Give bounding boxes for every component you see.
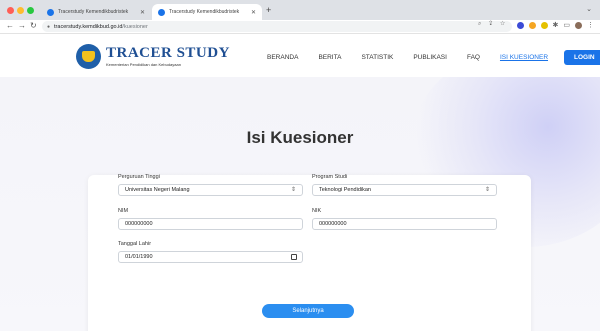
browser-tab-bar: Tracerstudy Kemendikbudristek ✕ Tracerst… (0, 0, 600, 20)
back-arrow-icon[interactable]: ← (6, 21, 14, 30)
program-studi-field: Program Studi Teknologi Pendidikan ⇕ (312, 174, 497, 196)
nim-input[interactable]: 000000000 (118, 218, 303, 230)
new-tab-icon[interactable]: + (266, 5, 271, 15)
program-studi-label: Program Studi (312, 174, 348, 180)
tanggal-lahir-field: Tanggal Lahir 01/01/1990 (118, 241, 303, 263)
nav-berita[interactable]: BERITA (318, 54, 341, 61)
nav-faq[interactable]: FAQ (467, 54, 480, 61)
url-path: /kuesioner (122, 23, 148, 30)
main-navigation: BERANDA BERITA STATISTIK PUBLIKASI FAQ I… (267, 50, 600, 65)
tanggal-lahir-input[interactable]: 01/01/1990 (118, 251, 303, 263)
more-menu-icon[interactable]: ⋮ (587, 21, 594, 29)
tanggal-lahir-label: Tanggal Lahir (118, 241, 152, 247)
selanjutnya-button[interactable]: Selanjutnya (262, 304, 354, 318)
program-studi-select[interactable]: Teknologi Pendidikan ⇕ (312, 184, 497, 196)
tab-title: Tracerstudy Kemendikbudristek (169, 9, 240, 15)
perguruan-tinggi-label: Perguruan Tinggi (118, 174, 160, 180)
hero-section: Isi Kuesioner (0, 77, 600, 331)
tab-list-chevron-icon[interactable]: ⌄ (586, 5, 592, 13)
extension-icon[interactable] (528, 21, 536, 29)
nik-label: NIK (312, 208, 322, 214)
puzzle-icon[interactable]: ✱ (553, 21, 559, 29)
select-arrows-icon: ⇕ (484, 187, 490, 193)
lock-icon[interactable]: ● (47, 24, 50, 30)
tanggal-lahir-value: 01/01/1990 (125, 254, 153, 260)
extension-icon[interactable] (540, 21, 548, 29)
site-logo[interactable]: TRACER STUDY Kementerian Pendidikan dan … (76, 44, 230, 69)
zoom-share-bookmark-icons[interactable]: ⌕ ⇪ ☆ (478, 21, 508, 28)
browser-tab[interactable]: Tracerstudy Kemendikbudristek ✕ (41, 4, 151, 20)
perguruan-tinggi-field: Perguruan Tinggi Universitas Negeri Mala… (118, 174, 303, 196)
extensions-area: ✱ ▭ ⋮ (516, 21, 594, 29)
nik-value: 000000000 (319, 221, 347, 227)
nim-value: 000000000 (125, 221, 153, 227)
perguruan-tinggi-value: Universitas Negeri Malang (125, 187, 190, 193)
nik-input[interactable]: 000000000 (312, 218, 497, 230)
browser-tab-active[interactable]: Tracerstudy Kemendikbudristek ✕ (152, 4, 262, 20)
logo-title: TRACER STUDY (106, 45, 230, 61)
select-arrows-icon: ⇕ (290, 187, 296, 193)
nim-field: NIM 000000000 (118, 208, 303, 230)
minimize-window-icon[interactable] (17, 7, 24, 14)
address-bar[interactable]: ● tracerstudy.kemdikbud.go.id/kuesioner … (42, 21, 512, 32)
tut-wuri-handayani-logo-icon (76, 44, 101, 69)
nim-label: NIM (118, 208, 129, 214)
site-header: TRACER STUDY Kementerian Pendidikan dan … (0, 35, 600, 77)
login-button[interactable]: LOGIN (564, 50, 600, 65)
forward-arrow-icon[interactable]: → (18, 21, 26, 30)
page-title: Isi Kuesioner (246, 128, 354, 147)
nav-statistik[interactable]: STATISTIK (361, 54, 393, 61)
reload-icon[interactable]: ↻ (30, 21, 37, 30)
perguruan-tinggi-select[interactable]: Universitas Negeri Malang ⇕ (118, 184, 303, 196)
tab-title: Tracerstudy Kemendikbudristek (58, 9, 129, 15)
nav-beranda[interactable]: BERANDA (267, 54, 298, 61)
calendar-icon[interactable] (291, 254, 297, 260)
extension-icon[interactable] (516, 21, 524, 29)
nav-isi-kuesioner[interactable]: ISI KUESIONER (500, 54, 548, 61)
profile-avatar[interactable] (575, 21, 582, 29)
close-window-icon[interactable] (7, 7, 14, 14)
site-favicon-icon (158, 8, 165, 16)
sidebar-icon[interactable]: ▭ (563, 21, 570, 29)
url-host: tracerstudy.kemdikbud.go.id (54, 23, 123, 30)
maximize-window-icon[interactable] (27, 7, 34, 14)
site-favicon-icon (47, 8, 54, 16)
nav-publikasi[interactable]: PUBLIKASI (413, 54, 447, 61)
tab-close-icon[interactable]: ✕ (251, 9, 256, 16)
tab-close-icon[interactable]: ✕ (140, 9, 145, 16)
browser-toolbar: ← → ↻ ● tracerstudy.kemdikbud.go.id/kues… (0, 20, 600, 34)
logo-subtitle: Kementerian Pendidikan dan Kebudayaan (106, 62, 181, 67)
program-studi-value: Teknologi Pendidikan (319, 187, 371, 193)
nik-field: NIK 000000000 (312, 208, 497, 230)
